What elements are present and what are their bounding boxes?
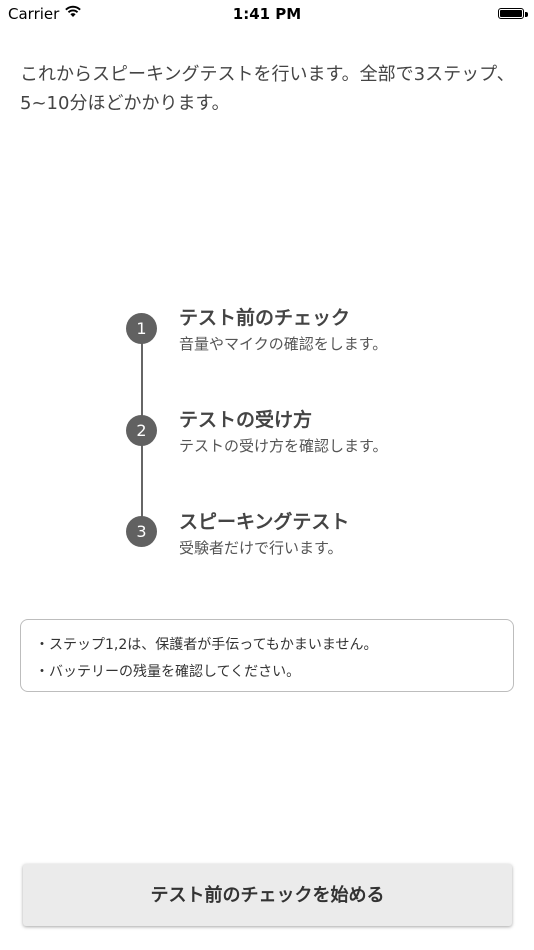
step-description: テストの受け方を確認します。 [179, 437, 388, 455]
start-check-button[interactable]: テスト前のチェックを始める [23, 864, 512, 926]
steps-list: 1 テスト前のチェック 音量やマイクの確認をします。 2 テストの受け方 テスト… [0, 0, 534, 600]
step-description: 音量やマイクの確認をします。 [179, 335, 388, 353]
step-description: 受験者だけで行います。 [179, 539, 343, 557]
step-title: テストの受け方 [179, 409, 313, 431]
step-number-badge: 1 [126, 313, 157, 344]
step-number-badge: 3 [126, 516, 157, 547]
step-title: スピーキングテスト [179, 511, 350, 533]
step-title: テスト前のチェック [179, 307, 351, 329]
note-line: ・ステップ1,2は、保護者が手伝ってもかまいません。 [35, 637, 378, 653]
step-number-badge: 2 [126, 415, 157, 446]
note-line: ・バッテリーの残量を確認してください。 [35, 664, 301, 680]
notes-box: ・ステップ1,2は、保護者が手伝ってもかまいません。 ・バッテリーの残量を確認し… [20, 619, 514, 692]
